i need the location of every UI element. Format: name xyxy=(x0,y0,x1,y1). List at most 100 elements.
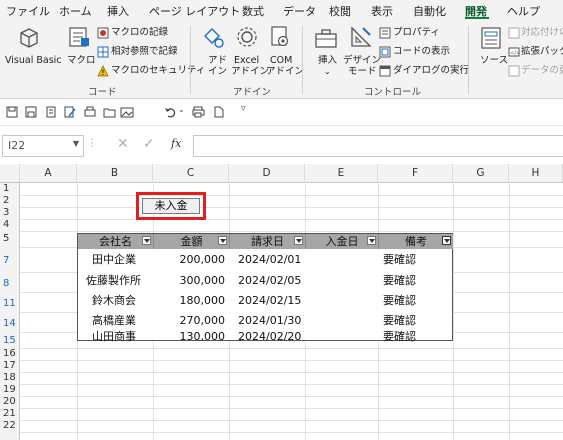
filter-dropdown-icon[interactable] xyxy=(367,236,376,245)
column-header-d[interactable]: D xyxy=(229,164,305,182)
row-header[interactable]: 14 xyxy=(0,312,20,332)
map-properties-label: 対応付けの xyxy=(521,27,563,38)
row-header[interactable]: 7 xyxy=(0,247,20,272)
tab-formulas[interactable]: 数式 xyxy=(242,3,264,19)
column-header-h[interactable]: H xyxy=(509,164,563,182)
column-header-c[interactable]: C xyxy=(153,164,229,182)
row-header[interactable]: 1 xyxy=(0,183,20,195)
row-header[interactable]: 16 xyxy=(0,348,20,360)
header-note: 備考 xyxy=(405,235,427,248)
cancel-icon[interactable]: ✕ xyxy=(117,136,129,152)
chevron-down-icon[interactable]: ▼ xyxy=(73,139,79,148)
tab-page-layout[interactable]: ページ レイアウト xyxy=(149,3,240,19)
highlight-box: 未入金 xyxy=(136,192,206,220)
run-dialog-icon xyxy=(379,65,391,77)
cell-note[interactable]: 要確認 xyxy=(383,313,416,328)
row-header[interactable]: 11 xyxy=(0,292,20,312)
table-header-cell: 金額 xyxy=(154,234,230,249)
tab-data[interactable]: データ xyxy=(283,3,316,19)
formula-input[interactable] xyxy=(193,135,563,157)
save-icon[interactable] xyxy=(6,106,18,118)
filter-dropdown-icon[interactable] xyxy=(218,236,227,245)
header-amount: 金額 xyxy=(180,235,203,248)
print-preview-icon[interactable] xyxy=(84,106,96,118)
gridline xyxy=(20,348,563,349)
cell-note[interactable]: 要確認 xyxy=(383,273,416,288)
map-properties-icon xyxy=(508,27,520,39)
photo-icon[interactable] xyxy=(120,106,134,118)
undo-icon[interactable] xyxy=(164,106,176,118)
insert-function-icon[interactable]: fx xyxy=(171,137,181,150)
filter-active-icon[interactable] xyxy=(442,236,451,245)
enter-icon[interactable]: ✓ xyxy=(143,136,155,152)
cell-note[interactable]: 要確認 xyxy=(383,329,416,344)
tab-help[interactable]: ヘルプ xyxy=(507,3,540,19)
row-header[interactable]: 8 xyxy=(0,272,20,292)
unpaid-filter-button[interactable]: 未入金 xyxy=(142,198,200,214)
cell-amount[interactable]: 300,000 xyxy=(154,273,226,288)
refresh-data-icon xyxy=(508,65,520,77)
cell-company[interactable]: 高橋産業 xyxy=(92,313,136,328)
column-header-e[interactable]: E xyxy=(305,164,378,182)
row-header[interactable]: 19 xyxy=(0,384,20,396)
insert-control-label: 挿入 xyxy=(318,55,338,66)
filter-dropdown-icon[interactable] xyxy=(294,236,303,245)
document-icon[interactable] xyxy=(45,106,57,118)
gridline xyxy=(20,231,563,232)
save-as-icon[interactable] xyxy=(25,106,37,118)
row-header[interactable]: 20 xyxy=(0,396,20,408)
row-header[interactable]: 5 xyxy=(0,231,20,247)
header-paid-date: 入金日 xyxy=(325,235,359,248)
name-box[interactable]: I22 ▼ xyxy=(2,135,84,157)
addins-label-2: イン xyxy=(208,66,228,77)
column-header-g[interactable]: G xyxy=(453,164,509,182)
tab-insert[interactable]: 挿入 xyxy=(107,3,129,19)
row-header[interactable]: 22 xyxy=(0,420,20,440)
gridline xyxy=(20,372,563,373)
printer-icon[interactable] xyxy=(192,106,205,118)
cell-note[interactable]: 要確認 xyxy=(383,293,416,308)
cell-amount[interactable]: 270,000 xyxy=(154,313,226,328)
folder-icon[interactable] xyxy=(103,106,116,118)
select-all-corner[interactable] xyxy=(0,164,20,182)
cell-company[interactable]: 鈴木商会 xyxy=(92,293,136,308)
row-header[interactable]: 21 xyxy=(0,408,20,420)
customize-toolbar-icon[interactable]: ▿ xyxy=(241,104,246,114)
undo-dropdown-icon[interactable]: ⌄ xyxy=(178,105,185,114)
cell-amount[interactable]: 130,000 xyxy=(154,329,226,344)
new-document-icon[interactable] xyxy=(213,106,225,118)
column-header-b[interactable]: B xyxy=(77,164,153,182)
cell-date[interactable]: 2024/01/30 xyxy=(238,313,301,328)
cell-date[interactable]: 2024/02/05 xyxy=(238,273,301,288)
row-header[interactable]: 4 xyxy=(0,219,20,231)
row-header[interactable]: 18 xyxy=(0,372,20,384)
tab-file[interactable]: ファイル xyxy=(6,3,50,19)
cell-company[interactable]: 佐藤製作所 xyxy=(86,273,141,288)
cell-date[interactable]: 2024/02/15 xyxy=(238,293,301,308)
tab-home[interactable]: ホーム xyxy=(59,3,92,19)
tab-review[interactable]: 校閲 xyxy=(329,3,351,19)
cell-amount[interactable]: 180,000 xyxy=(154,293,226,308)
filter-dropdown-icon[interactable] xyxy=(142,236,151,245)
tab-automate[interactable]: 自動化 xyxy=(413,3,446,19)
gridline xyxy=(20,360,563,361)
row-header[interactable]: 17 xyxy=(0,360,20,372)
cell-company[interactable]: 山田商事 xyxy=(92,329,136,344)
gridline xyxy=(20,207,563,208)
row-header[interactable]: 2 xyxy=(0,195,20,207)
cell-amount[interactable]: 200,000 xyxy=(154,252,226,267)
column-header-f[interactable]: F xyxy=(378,164,453,182)
edit-icon[interactable] xyxy=(64,106,76,118)
gridline xyxy=(20,432,563,433)
design-mode-label-2: モード xyxy=(348,66,377,77)
tab-view[interactable]: 表示 xyxy=(371,3,393,19)
column-header-a[interactable]: A xyxy=(20,164,77,182)
cell-company[interactable]: 田中企業 xyxy=(92,252,136,267)
row-header[interactable]: 15 xyxy=(0,332,20,348)
group-label-controls: コントロール xyxy=(364,87,422,98)
cell-date[interactable]: 2024/02/20 xyxy=(238,329,301,344)
cell-note[interactable]: 要確認 xyxy=(383,252,416,267)
cell-date[interactable]: 2024/02/01 xyxy=(238,252,301,267)
header-company: 会社名 xyxy=(99,235,132,248)
row-header[interactable]: 3 xyxy=(0,207,20,219)
